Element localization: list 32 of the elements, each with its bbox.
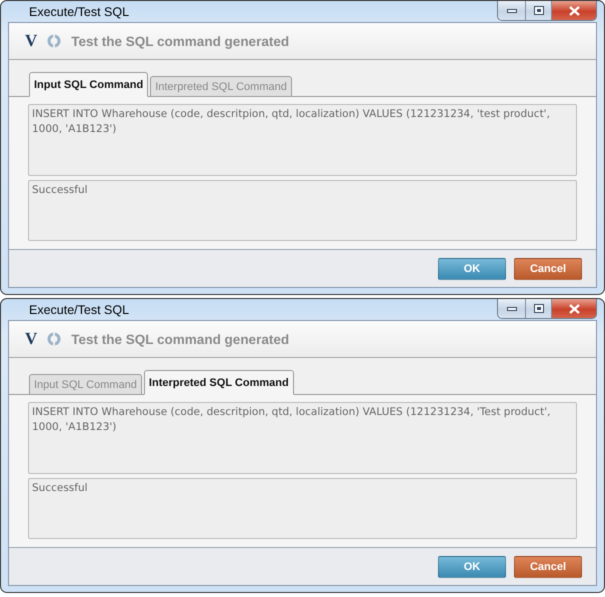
tab[interactable]: Interpreted SQL Command [150,76,292,97]
minimize-button[interactable] [498,299,525,318]
header-title: Test the SQL command generated [71,34,290,48]
close-button[interactable] [551,1,596,20]
minimize-button[interactable] [498,1,525,20]
sql-command-field[interactable]: INSERT INTO Wharehouse (code, descritpion, qtd, localization) VALUES (121231234, 'Test product', 1000, 'A1B123') [28,402,577,474]
maximize-button[interactable] [525,299,551,318]
result-field[interactable]: Successful [28,478,577,539]
close-button[interactable] [551,299,596,318]
cancel-button[interactable]: Cancel [514,556,582,578]
tab[interactable]: Input SQL Command [29,374,142,395]
refresh-icon [47,332,62,346]
window-title: Execute/Test SQL [29,302,130,316]
minimize-icon [506,8,516,12]
window-title: Execute/Test SQL [29,4,130,18]
refresh-icon [47,34,62,48]
ok-button[interactable]: OK [438,556,506,578]
cancel-button[interactable]: Cancel [514,258,582,280]
minimize-icon [506,306,516,310]
close-icon [568,304,580,314]
tab[interactable]: Interpreted SQL Command [144,370,294,395]
maximize-button[interactable] [525,1,551,20]
close-icon [568,6,580,16]
sql-command-field[interactable]: INSERT INTO Wharehouse (code, descritpion, qtd, localization) VALUES (121231234, 'test product', 1000, 'A1B123') [28,104,577,176]
result-field[interactable]: Successful [28,180,577,241]
tab[interactable]: Input SQL Command [29,72,148,97]
ok-button[interactable]: OK [438,258,506,280]
maximize-icon [534,6,544,15]
maximize-icon [534,304,544,313]
header-title: Test the SQL command generated [71,332,290,346]
logo: V [25,31,38,51]
logo: V [25,329,38,349]
